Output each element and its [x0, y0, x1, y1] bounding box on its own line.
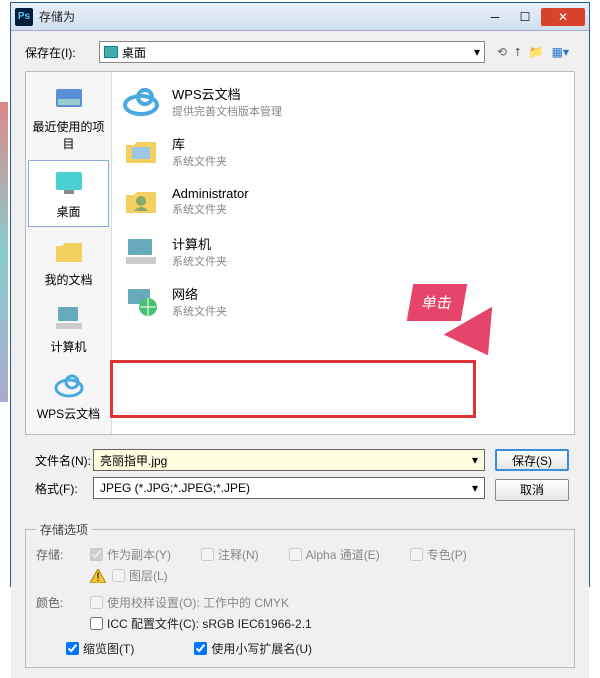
- view-menu-icon[interactable]: ▦▾: [552, 45, 569, 60]
- desktop-icon: [104, 46, 118, 58]
- file-name: WPS云文档: [172, 84, 282, 103]
- color-label: 颜色:: [36, 594, 90, 632]
- computer-icon: [120, 232, 162, 270]
- file-sub: 系统文件夹: [172, 303, 227, 319]
- alpha-checkbox: [289, 548, 302, 561]
- places-bar: 最近使用的项目 桌面 我的文档 计算机 WPS云文档: [26, 72, 112, 434]
- options-legend: 存储选项: [36, 521, 92, 538]
- computer-icon: [50, 302, 88, 334]
- up-icon[interactable]: ⭡: [515, 45, 521, 60]
- user-folder-icon: [120, 182, 162, 220]
- save-in-value: 桌面: [122, 44, 146, 61]
- recent-icon: [50, 82, 88, 114]
- layers-checkbox: [112, 569, 125, 582]
- save-button[interactable]: 保存(S): [495, 449, 569, 471]
- library-icon: [120, 132, 162, 170]
- icc-checkbox[interactable]: [90, 617, 103, 630]
- maximize-button[interactable]: ☐: [511, 8, 539, 26]
- annotation-callout: 单击: [380, 284, 520, 362]
- save-options-group: 存储选项 存储: 作为副本(Y) 注释(N) Alpha 通道(E) 专色(P)…: [25, 521, 575, 668]
- new-folder-icon[interactable]: 📁: [529, 45, 544, 60]
- file-name: Administrator: [172, 186, 249, 201]
- place-desktop[interactable]: 桌面: [28, 160, 109, 227]
- file-name: 网络: [172, 284, 227, 303]
- cloud-icon: [120, 82, 162, 120]
- notes-checkbox: [201, 548, 214, 561]
- format-combo[interactable]: JPEG (*.JPG;*.JPEG;*.JPE): [93, 477, 485, 499]
- spot-checkbox: [410, 548, 423, 561]
- list-item[interactable]: 计算机系统文件夹: [116, 226, 570, 276]
- place-mydocs[interactable]: 我的文档: [28, 229, 109, 294]
- network-icon: [120, 282, 162, 320]
- cloud-icon: [50, 369, 88, 401]
- folder-icon: [50, 235, 88, 267]
- filename-label: 文件名(N):: [25, 452, 93, 469]
- file-sub: 系统文件夹: [172, 253, 227, 269]
- file-name: 库: [172, 134, 227, 153]
- file-name: 计算机: [172, 234, 227, 253]
- cancel-button[interactable]: 取消: [495, 479, 569, 501]
- format-label: 格式(F):: [25, 480, 93, 497]
- filename-value: 亮丽指甲.jpg: [100, 452, 167, 469]
- proof-checkbox: [90, 596, 103, 609]
- place-label: 我的文档: [30, 271, 107, 288]
- save-in-label: 保存在(I):: [25, 44, 93, 61]
- callout-text: 单击: [407, 284, 468, 321]
- close-button[interactable]: ✕: [541, 8, 585, 26]
- minimize-button[interactable]: ─: [481, 8, 509, 26]
- file-sub: 系统文件夹: [172, 153, 227, 169]
- list-item[interactable]: WPS云文档提供完善文档版本管理: [116, 76, 570, 126]
- save-in-combo[interactable]: 桌面: [99, 41, 485, 63]
- window-title: 存储为: [39, 8, 479, 25]
- place-computer[interactable]: 计算机: [28, 296, 109, 361]
- file-sub: 系统文件夹: [172, 201, 249, 217]
- format-value: JPEG (*.JPG;*.JPEG;*.JPE): [100, 481, 250, 495]
- list-item[interactable]: Administrator系统文件夹: [116, 176, 570, 226]
- list-item[interactable]: 库系统文件夹: [116, 126, 570, 176]
- ps-icon: Ps: [15, 8, 33, 26]
- copy-checkbox: [90, 548, 103, 561]
- lowercase-ext-checkbox[interactable]: [194, 642, 207, 655]
- chevron-down-icon: [472, 453, 478, 467]
- place-label: 计算机: [30, 338, 107, 355]
- warning-icon: !: [90, 569, 106, 583]
- chevron-down-icon: [472, 481, 478, 495]
- place-label: WPS云文档: [30, 405, 107, 422]
- titlebar: Ps 存储为 ─ ☐ ✕: [11, 3, 589, 31]
- desktop-place-icon: [50, 167, 88, 199]
- place-label: 最近使用的项目: [30, 118, 107, 152]
- store-label: 存储:: [36, 546, 90, 584]
- place-wps[interactable]: WPS云文档: [28, 363, 109, 428]
- thumbnail-checkbox[interactable]: [66, 642, 79, 655]
- filename-input[interactable]: 亮丽指甲.jpg: [93, 449, 485, 471]
- file-sub: 提供完善文档版本管理: [172, 103, 282, 119]
- svg-text:!: !: [96, 570, 99, 583]
- place-recent[interactable]: 最近使用的项目: [28, 76, 109, 158]
- chevron-down-icon: [474, 45, 480, 59]
- back-icon[interactable]: ⟲: [497, 45, 507, 60]
- place-label: 桌面: [31, 203, 106, 220]
